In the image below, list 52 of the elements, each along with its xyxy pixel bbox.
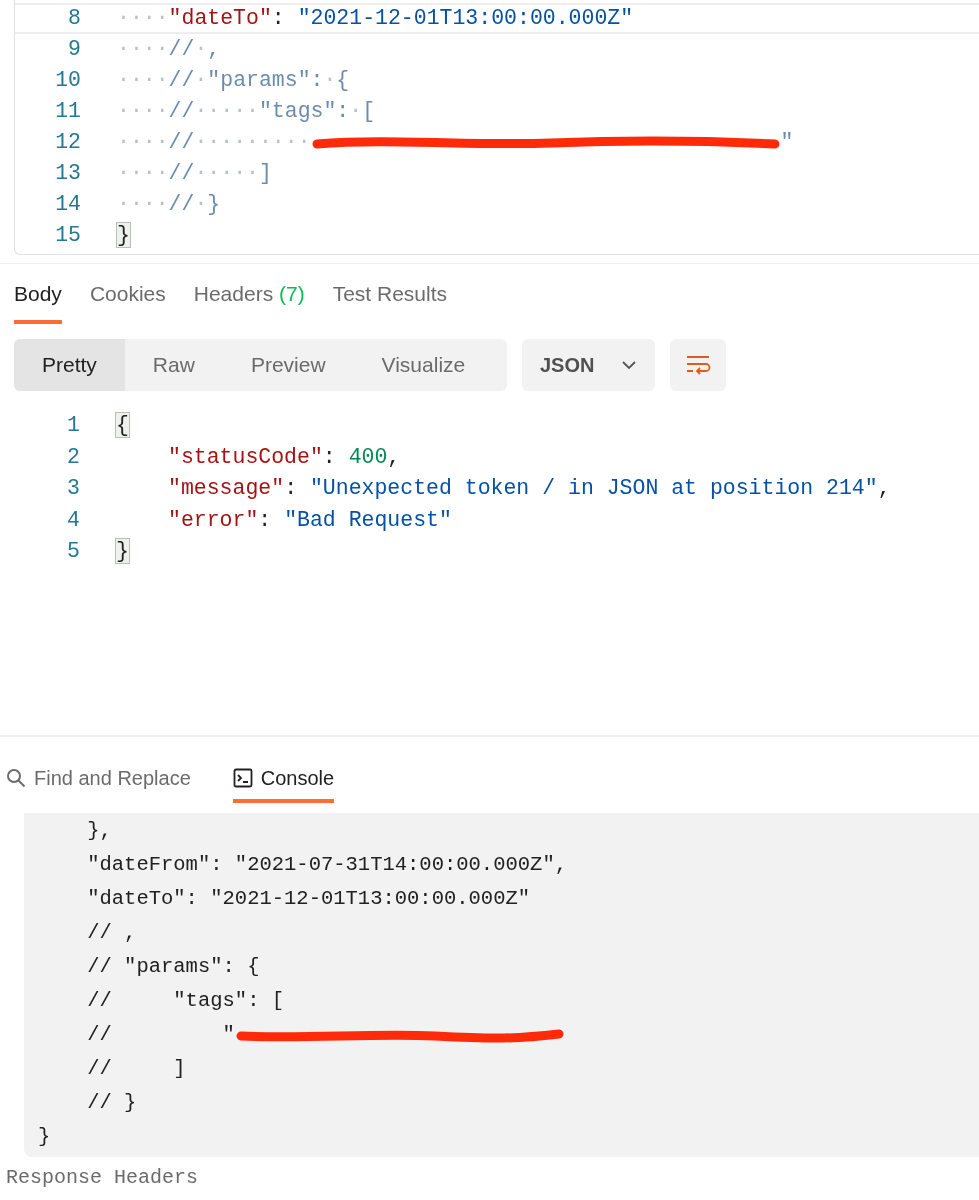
console-line: }, xyxy=(86,818,112,845)
console-line: } xyxy=(38,1124,51,1151)
line-number: 8 xyxy=(67,5,81,33)
terminal-icon xyxy=(232,767,253,788)
line-number: 13 xyxy=(54,160,81,188)
response-tab[interactable]: Cookies xyxy=(89,278,166,324)
console-line: // } xyxy=(86,1090,137,1117)
line-number: 14 xyxy=(54,191,81,219)
line-number: 3 xyxy=(66,475,80,503)
code-line: " xyxy=(780,129,794,157)
code-line: "message": "Unexpected token / in JSON at position 214", xyxy=(167,475,891,503)
panel-tab[interactable]: Console xyxy=(232,762,335,803)
console-line: // " xyxy=(86,1022,235,1049)
line-number: 15 xyxy=(54,222,81,250)
search-icon xyxy=(6,767,26,788)
code-line: ····//·····"tags":·[ xyxy=(117,98,376,126)
line-number: 11 xyxy=(54,98,81,126)
view-mode-tab[interactable]: Raw xyxy=(124,339,223,391)
response-tab[interactable]: Test Results xyxy=(332,278,448,324)
code-line: ····"dateTo": "2021-12-01T13:00:00.000Z" xyxy=(117,5,634,33)
code-line: ····//········· xyxy=(117,129,311,157)
panel-tab[interactable]: Find and Replace xyxy=(6,762,191,803)
line-number: 5 xyxy=(66,538,80,566)
format-select[interactable]: JSON xyxy=(522,339,655,391)
code-line: ····//·"params":·{ xyxy=(117,67,350,95)
chevron-down-icon xyxy=(621,360,637,370)
line-number: 10 xyxy=(54,67,81,95)
line-number: 12 xyxy=(54,129,81,157)
header-count: (7) xyxy=(278,282,305,305)
code-line: ····//·, xyxy=(117,36,221,64)
code-line: "error": "Bad Request" xyxy=(167,506,452,534)
code-line: "statusCode": 400, xyxy=(167,443,401,471)
line-number: 1 xyxy=(66,412,80,440)
response-tab[interactable]: Body xyxy=(14,278,62,324)
line-number: 2 xyxy=(66,443,80,471)
section-heading: Response Headers xyxy=(5,1164,200,1191)
console-line: // ] xyxy=(86,1056,186,1083)
console-line: // "tags": [ xyxy=(86,988,285,1015)
console-line: "dateTo": "2021-12-01T13:00:00.000Z" xyxy=(86,886,531,913)
console-line: "dateFrom": "2021-07-31T14:00:00.000Z", xyxy=(86,852,567,879)
response-tab[interactable]: Headers (7) xyxy=(193,278,305,324)
line-number: 4 xyxy=(66,506,80,534)
view-mode-tab[interactable]: Preview xyxy=(222,339,354,391)
code-line: ····//·} xyxy=(117,191,221,219)
console-line: // , xyxy=(86,920,137,947)
view-mode-tab[interactable]: Visualize xyxy=(353,339,494,391)
console-line: // "params": { xyxy=(86,954,260,981)
wrap-lines-icon xyxy=(685,354,711,376)
line-number: 9 xyxy=(67,36,81,64)
wrap-button[interactable] xyxy=(670,339,726,391)
view-mode-tab[interactable]: Pretty xyxy=(14,339,125,391)
code-line: ····//·····] xyxy=(117,160,272,188)
